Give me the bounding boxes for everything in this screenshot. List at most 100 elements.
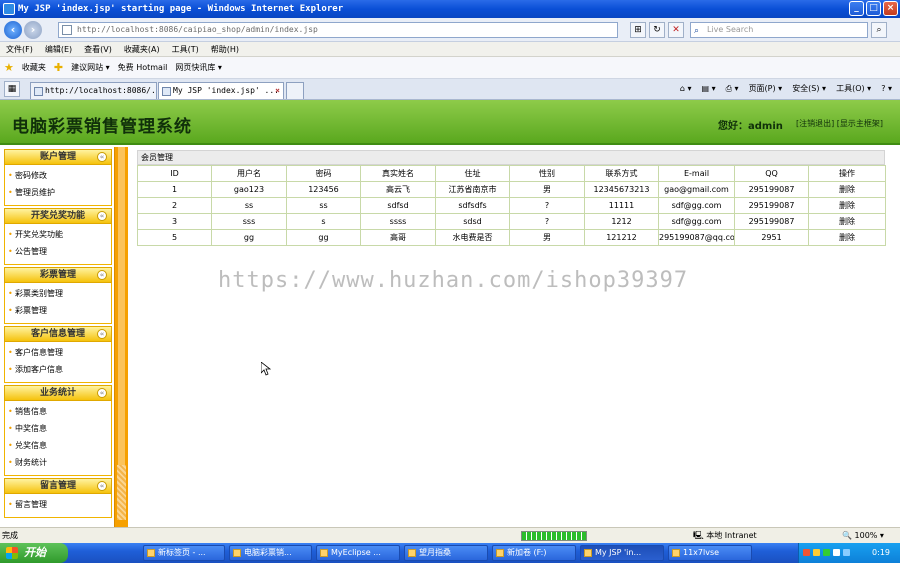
delete-link[interactable]: 删除 bbox=[808, 213, 886, 230]
sidebar-section-title: 开奖兑奖功能 bbox=[30, 211, 85, 221]
tray-icon[interactable] bbox=[843, 549, 850, 556]
taskbar-button-label: 望月指桑 bbox=[419, 548, 451, 557]
close-button[interactable]: × bbox=[883, 1, 898, 16]
collapse-icon[interactable]: « bbox=[97, 388, 107, 398]
collapse-icon[interactable]: « bbox=[97, 329, 107, 339]
home-icon[interactable]: ⌂ ▾ bbox=[680, 81, 692, 97]
search-button[interactable]: ⌕ bbox=[871, 22, 887, 38]
print-icon[interactable]: ⎙ ▾ bbox=[726, 81, 739, 97]
table-cell: gao123 bbox=[211, 181, 287, 198]
search-input[interactable]: ⌕ Live Search bbox=[690, 22, 868, 38]
taskbar-button[interactable]: My JSP 'in... bbox=[580, 545, 664, 561]
menu-file[interactable]: 文件(F) bbox=[6, 44, 33, 55]
sidebar-item[interactable]: 彩票管理 bbox=[5, 302, 111, 319]
sidebar-item[interactable]: 添加客户信息 bbox=[5, 361, 111, 378]
sidebar-item[interactable]: 留言管理 bbox=[5, 496, 111, 513]
sidebar-splitter[interactable] bbox=[114, 147, 128, 527]
taskbar-button[interactable]: 新加卷 (F:) bbox=[492, 545, 576, 561]
table-cell: 121212 bbox=[584, 229, 659, 246]
url-input[interactable]: http://localhost:8086/caipiao_shop/admin… bbox=[58, 22, 618, 38]
tray-icon[interactable] bbox=[813, 549, 820, 556]
splitter-grip[interactable] bbox=[117, 465, 126, 520]
refresh-icon[interactable]: ↻ bbox=[649, 22, 665, 38]
table-cell: sdfsdfs bbox=[435, 197, 510, 214]
menu-edit[interactable]: 编辑(E) bbox=[45, 44, 72, 55]
tab-localhost[interactable]: http://localhost:8086/... bbox=[30, 82, 157, 99]
delete-link[interactable]: 删除 bbox=[808, 197, 886, 214]
tray-icon[interactable] bbox=[823, 549, 830, 556]
feeds-icon[interactable]: ▤ ▾ bbox=[701, 81, 715, 97]
taskbar-button[interactable]: 电脑彩票销... bbox=[229, 545, 312, 561]
table-row: 5 gg gg 高哥 水电费是否男 121212 295199087@qq.com 2951 删… bbox=[137, 229, 886, 246]
forward-icon[interactable]: › bbox=[24, 21, 42, 39]
sidebar-item[interactable]: 公告管理 bbox=[5, 243, 111, 260]
sidebar-item[interactable]: 开奖兑奖功能 bbox=[5, 226, 111, 243]
sidebar-section-header[interactable]: 业务统计 « bbox=[4, 385, 112, 401]
logout-link[interactable]: [注销退出] bbox=[796, 119, 834, 128]
menu-help[interactable]: 帮助(H) bbox=[211, 44, 239, 55]
table-cell: ? bbox=[509, 213, 585, 230]
start-button[interactable]: 开始 bbox=[0, 543, 68, 563]
maximize-button[interactable]: □ bbox=[866, 1, 881, 16]
sidebar-item[interactable]: 管理员维护 bbox=[5, 184, 111, 201]
taskbar-button[interactable]: 望月指桑 bbox=[404, 545, 488, 561]
sidebar-item[interactable]: 兑奖信息 bbox=[5, 437, 111, 454]
table-cell: 1212 bbox=[584, 213, 659, 230]
fav-hotmail[interactable]: 免费 Hotmail bbox=[118, 62, 168, 73]
tray-icon[interactable] bbox=[833, 549, 840, 556]
collapse-icon[interactable]: « bbox=[97, 481, 107, 491]
menu-view[interactable]: 查看(V) bbox=[84, 44, 112, 55]
close-tab-icon[interactable]: × bbox=[275, 83, 280, 99]
safety-menu[interactable]: 安全(S) ▾ bbox=[792, 81, 826, 97]
mouse-cursor-icon bbox=[261, 362, 271, 376]
column-header: QQ bbox=[734, 165, 809, 182]
menu-favorites[interactable]: 收藏夹(A) bbox=[124, 44, 160, 55]
sidebar-section-header[interactable]: 客户信息管理 « bbox=[4, 326, 112, 342]
compat-view-icon[interactable]: ⊞ bbox=[630, 22, 646, 38]
tab-label: My JSP 'index.jsp' ... bbox=[173, 86, 279, 95]
sidebar-section-header[interactable]: 账户管理 « bbox=[4, 149, 112, 165]
fav-suggested-sites[interactable]: 建议网站 ▾ bbox=[71, 62, 110, 73]
minimize-button[interactable]: _ bbox=[849, 1, 864, 16]
sidebar-section-body: 开奖兑奖功能公告管理 bbox=[4, 224, 112, 265]
table-cell: 2951 bbox=[734, 229, 809, 246]
favorites-star-icon[interactable]: ★ bbox=[4, 61, 14, 74]
sidebar-item[interactable]: 销售信息 bbox=[5, 403, 111, 420]
main-frame-link[interactable]: [显示主框架] bbox=[837, 119, 883, 128]
table-cell: 男 bbox=[509, 181, 585, 198]
delete-link[interactable]: 删除 bbox=[808, 229, 886, 246]
collapse-icon[interactable]: « bbox=[97, 211, 107, 221]
welcome-prefix: 您好： bbox=[718, 121, 748, 132]
sidebar-section-header[interactable]: 开奖兑奖功能 « bbox=[4, 208, 112, 224]
table-cell: 5 bbox=[137, 229, 212, 246]
stop-icon[interactable]: ✕ bbox=[668, 22, 684, 38]
delete-link[interactable]: 删除 bbox=[808, 181, 886, 198]
favorites-button[interactable]: 收藏夹 bbox=[22, 62, 46, 73]
panel-title: 会员管理 bbox=[137, 150, 885, 165]
tools-menu[interactable]: 工具(O) ▾ bbox=[836, 81, 871, 97]
sidebar-item[interactable]: 密码修改 bbox=[5, 167, 111, 184]
collapse-icon[interactable]: « bbox=[97, 270, 107, 280]
tab-index-jsp[interactable]: My JSP 'index.jsp' ... × bbox=[158, 82, 284, 99]
zoom-level[interactable]: 🔍 100% ▾ bbox=[842, 528, 884, 543]
tray-icon[interactable] bbox=[803, 549, 810, 556]
menu-tools[interactable]: 工具(T) bbox=[172, 44, 199, 55]
new-tab-button[interactable] bbox=[286, 82, 304, 99]
sidebar-section-header[interactable]: 彩票管理 « bbox=[4, 267, 112, 283]
sidebar-item[interactable]: 客户信息管理 bbox=[5, 344, 111, 361]
quick-tabs-icon[interactable]: ▦ bbox=[4, 81, 20, 97]
taskbar-button[interactable]: 新标签页 - ... bbox=[143, 545, 225, 561]
sidebar-section-header[interactable]: 留言管理 « bbox=[4, 478, 112, 494]
page-menu[interactable]: 页面(P) ▾ bbox=[749, 81, 783, 97]
taskbar-button[interactable]: 11x7lvse bbox=[668, 545, 752, 561]
sidebar-item[interactable]: 财务统计 bbox=[5, 454, 111, 471]
back-icon[interactable]: ‹ bbox=[4, 21, 22, 39]
help-menu[interactable]: ? ▾ bbox=[881, 81, 892, 97]
sidebar-item[interactable]: 彩票类别管理 bbox=[5, 285, 111, 302]
sidebar-item[interactable]: 中奖信息 bbox=[5, 420, 111, 437]
collapse-icon[interactable]: « bbox=[97, 152, 107, 162]
taskbar-button[interactable]: MyEclipse ... bbox=[316, 545, 400, 561]
security-zone[interactable]: 🖳 本地 Intranet bbox=[693, 528, 757, 543]
fav-web-slice[interactable]: 网页快讯库 ▾ bbox=[175, 62, 222, 73]
add-favorite-icon[interactable]: ✚ bbox=[54, 61, 63, 74]
